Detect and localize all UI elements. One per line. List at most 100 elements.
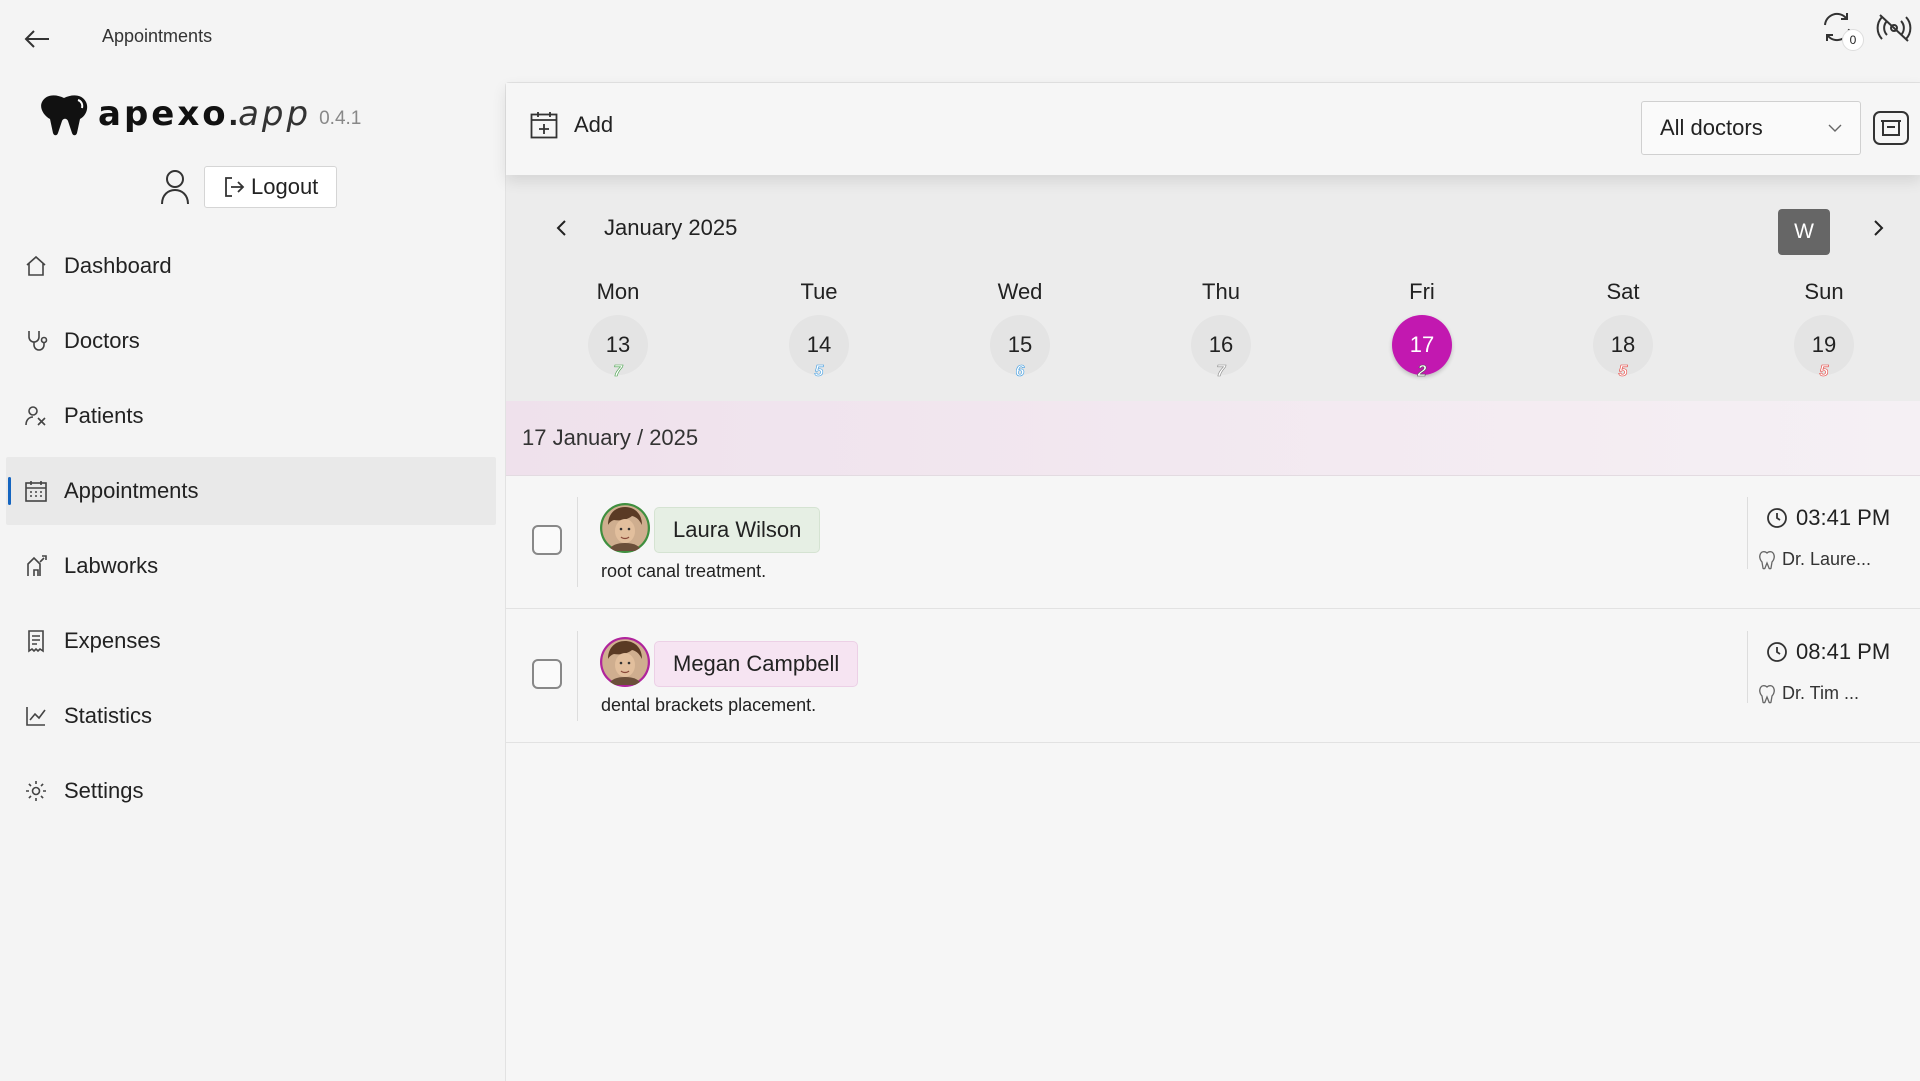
sidebar-item-patients[interactable]: Patients xyxy=(6,382,496,450)
appointment-time-value: 03:41 PM xyxy=(1796,505,1891,530)
appointment-time: 08:41 PM xyxy=(1766,639,1890,665)
sidebar-item-settings[interactable]: Settings xyxy=(6,757,496,825)
appointment-done-checkbox[interactable] xyxy=(532,659,562,689)
logout-icon xyxy=(225,177,245,197)
divider xyxy=(1747,631,1748,703)
chevron-right-icon xyxy=(1874,220,1884,236)
sidebar-item-label: Patients xyxy=(64,403,144,428)
appointment-doctor: Dr. Laure... xyxy=(1758,549,1871,570)
appointment-time: 03:41 PM xyxy=(1766,505,1890,531)
patient-name-chip[interactable]: Laura Wilson xyxy=(654,507,821,553)
appointment-row[interactable]: Laura Wilson root canal treatment. 03:41… xyxy=(506,475,1920,609)
week-calendar: January 2025 W Mon 13 7 Tue 14 5 Wed 15 … xyxy=(506,175,1920,401)
top-bar: Appointments 0 xyxy=(0,0,1920,78)
gear-icon xyxy=(22,777,50,805)
calendar-day-thu[interactable]: Thu 16 7 xyxy=(1161,279,1281,381)
archive-icon xyxy=(1873,111,1909,145)
broadcast-off-icon xyxy=(1876,14,1912,42)
sync-count-badge: 0 xyxy=(1842,29,1864,51)
main-panel: Add All doctors January 2025 W Mon 13 7 … xyxy=(505,82,1920,1081)
selected-date-banner: 17 January / 2025 xyxy=(506,401,1920,476)
week-view-toggle[interactable]: W xyxy=(1778,209,1830,255)
clock-icon xyxy=(1767,508,1787,528)
divider xyxy=(577,631,578,721)
day-name: Sun xyxy=(1804,279,1844,304)
day-appointment-count: 5 xyxy=(814,363,824,381)
back-button[interactable] xyxy=(20,22,54,56)
add-label: Add xyxy=(574,112,614,137)
sidebar-item-label: Statistics xyxy=(64,703,153,728)
divider xyxy=(1747,497,1748,569)
patients-icon xyxy=(22,402,50,430)
sidebar-item-dashboard[interactable]: Dashboard xyxy=(6,232,496,300)
day-appointment-count: 7 xyxy=(613,363,623,381)
calendar-day-wed[interactable]: Wed 15 6 xyxy=(960,279,1080,381)
day-name: Thu xyxy=(1202,279,1240,304)
clock-icon xyxy=(1767,642,1787,662)
sidebar: apexo. app 0.4.1 Logout Dashboard Doctors… xyxy=(0,78,505,1080)
patient-name-chip[interactable]: Megan Campbell xyxy=(654,641,859,687)
calendar-day-fri[interactable]: Fri 17 2 xyxy=(1362,279,1482,381)
calendar-day-tue[interactable]: Tue 14 5 xyxy=(759,279,879,381)
toolbar: Add All doctors xyxy=(506,83,1920,175)
appointment-row[interactable]: Megan Campbell dental brackets placement… xyxy=(506,609,1920,743)
calendar-day-sun[interactable]: Sun 19 5 xyxy=(1764,279,1884,381)
sidebar-item-label: Doctors xyxy=(64,328,140,353)
previous-week-button[interactable] xyxy=(546,213,576,243)
day-appointment-count: 5 xyxy=(1819,363,1829,381)
doctor-filter-select[interactable]: All doctors xyxy=(1641,101,1861,155)
tooth-icon xyxy=(1759,550,1775,569)
brand-dot: . xyxy=(228,94,239,133)
calendar-add-icon xyxy=(530,112,558,139)
sidebar-item-label: Expenses xyxy=(64,628,161,653)
sidebar-item-label: Labworks xyxy=(64,553,159,578)
brand-suffix: app xyxy=(238,94,312,134)
sidebar-item-label: Appointments xyxy=(64,478,199,503)
day-name: Fri xyxy=(1409,279,1435,304)
patient-avatar[interactable] xyxy=(600,503,650,553)
add-appointment-button[interactable]: Add xyxy=(530,111,613,139)
stethoscope-icon xyxy=(22,327,50,355)
user-row: Logout xyxy=(160,166,338,208)
archive-button[interactable] xyxy=(1871,105,1911,151)
day-appointment-count: 5 xyxy=(1618,363,1628,381)
appointment-done-checkbox[interactable] xyxy=(532,525,562,555)
user-icon[interactable] xyxy=(160,169,190,205)
appointment-doctor: Dr. Tim ... xyxy=(1758,683,1859,704)
brand-logo: apexo. app 0.4.1 xyxy=(38,92,361,136)
appointment-time-value: 08:41 PM xyxy=(1796,639,1891,664)
chart-icon xyxy=(22,702,50,730)
next-week-button[interactable] xyxy=(1864,213,1894,243)
network-status-button[interactable] xyxy=(1876,12,1914,46)
calendar-day-sat[interactable]: Sat 18 5 xyxy=(1563,279,1683,381)
appointment-note: root canal treatment. xyxy=(601,561,767,581)
calendar-month-label: January 2025 xyxy=(604,215,738,240)
sidebar-item-label: Settings xyxy=(64,778,144,803)
chevron-left-icon xyxy=(556,220,566,236)
day-appointment-count: 7 xyxy=(1216,363,1226,381)
app-version: 0.4.1 xyxy=(319,108,362,129)
day-name: Sat xyxy=(1606,279,1640,304)
sidebar-item-appointments[interactable]: Appointments xyxy=(6,457,496,525)
logout-button[interactable]: Logout xyxy=(204,166,338,208)
sidebar-item-statistics[interactable]: Statistics xyxy=(6,682,496,750)
sync-button[interactable]: 0 xyxy=(1816,8,1868,52)
brand-name: apexo xyxy=(98,94,229,134)
sidebar-nav: Dashboard Doctors Patients Appointments … xyxy=(6,232,496,832)
home-icon xyxy=(22,252,50,280)
sidebar-item-labworks[interactable]: Labworks xyxy=(6,532,496,600)
doctor-name: Dr. Tim ... xyxy=(1782,683,1860,703)
appointment-note: dental brackets placement. xyxy=(601,695,817,715)
sidebar-item-expenses[interactable]: Expenses xyxy=(6,607,496,675)
sidebar-item-label: Dashboard xyxy=(64,253,172,278)
calendar-icon xyxy=(22,477,50,505)
doctor-filter-value: All doctors xyxy=(1660,115,1763,140)
calendar-day-mon[interactable]: Mon 13 7 xyxy=(558,279,678,381)
day-appointment-count: 2 xyxy=(1417,363,1427,381)
day-name: Tue xyxy=(800,279,838,304)
sidebar-item-doctors[interactable]: Doctors xyxy=(6,307,496,375)
doctor-name: Dr. Laure... xyxy=(1782,549,1872,569)
patient-avatar[interactable] xyxy=(600,637,650,687)
day-appointment-count: 6 xyxy=(1015,363,1025,381)
selected-date-label: 17 January / 2025 xyxy=(522,425,699,450)
